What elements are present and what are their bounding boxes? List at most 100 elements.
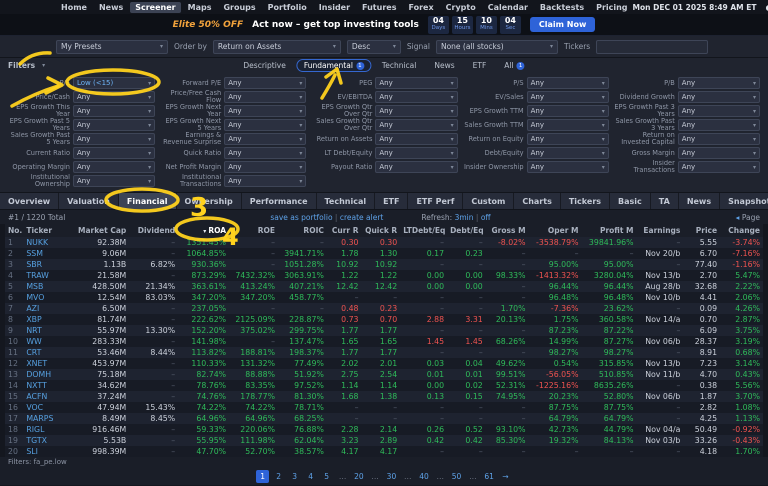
claim-now-button[interactable]: Claim Now: [530, 17, 595, 32]
nav-item-futures[interactable]: Futures: [357, 2, 401, 13]
column-header-roic[interactable]: ROIC: [278, 224, 327, 237]
nav-item-maps[interactable]: Maps: [183, 2, 217, 13]
column-header-oper-m[interactable]: Oper M: [529, 224, 582, 237]
nav-item-portfolio[interactable]: Portfolio: [263, 2, 312, 13]
order-by-select[interactable]: Return on Assets ▾: [213, 40, 341, 54]
filter-select-eps-growth-ttm[interactable]: Any▾: [527, 105, 609, 117]
tab-etf-perf[interactable]: ETF Perf: [408, 193, 463, 209]
page-3[interactable]: 3: [288, 470, 301, 483]
filter-select-p-s[interactable]: Any▾: [527, 77, 609, 89]
filter-select-sales-growth-ttm[interactable]: Any▾: [527, 119, 609, 131]
filter-select-price-cash[interactable]: Any▾: [73, 91, 155, 103]
column-header-price[interactable]: Price: [683, 224, 720, 237]
ticker-link-mvo[interactable]: MVO: [26, 293, 44, 302]
tab-snapshot[interactable]: Snapshot: [720, 193, 768, 209]
filter-select-lt-debt-equity[interactable]: Any▾: [375, 147, 457, 159]
filter-tab-descriptive[interactable]: Descriptive: [236, 59, 292, 72]
filter-tab-fundamental[interactable]: Fundamental1: [297, 59, 371, 72]
ticker-link-domh[interactable]: DOMH: [26, 370, 51, 379]
order-direction-select[interactable]: Desc ▾: [347, 40, 401, 54]
filter-select-ev-ebitda[interactable]: Any▾: [375, 91, 457, 103]
filter-tab-etf[interactable]: ETF: [466, 59, 494, 72]
ticker-link-msb[interactable]: MSB: [26, 282, 43, 291]
column-header-ltdebt-eq[interactable]: LTDebt/Eq: [400, 224, 447, 237]
filter-select-sales-growth-qtr-over-qtr[interactable]: Any▾: [375, 119, 457, 131]
page-1[interactable]: 1: [256, 470, 269, 483]
page-2[interactable]: 2: [272, 470, 285, 483]
ticker-link-traw[interactable]: TRAW: [26, 271, 48, 280]
tab-overview[interactable]: Overview: [0, 193, 59, 209]
ticker-link-nrt[interactable]: NRT: [26, 326, 41, 335]
my-presets-select[interactable]: My Presets ▾: [56, 40, 168, 54]
nav-item-screener[interactable]: Screener: [130, 2, 180, 13]
tickers-input[interactable]: [596, 40, 708, 54]
nav-item-insider[interactable]: Insider: [314, 2, 355, 13]
column-header-earnings[interactable]: Earnings: [637, 224, 684, 237]
filter-select-debt-equity[interactable]: Any▾: [527, 147, 609, 159]
page-40[interactable]: 40: [417, 470, 431, 483]
nav-item-pricing[interactable]: Pricing: [591, 2, 632, 13]
signal-select[interactable]: None (all stocks) ▾: [436, 40, 558, 54]
filter-select-peg[interactable]: Any▾: [375, 77, 457, 89]
ticker-link-ww[interactable]: WW: [26, 337, 41, 346]
column-header-debt-eq[interactable]: Debt/Eq: [447, 224, 486, 237]
filter-select-return-on-assets[interactable]: Any▾: [375, 133, 457, 145]
filter-select-sales-growth-past-5-years[interactable]: Any▾: [73, 133, 155, 145]
filter-select-forward-p-e[interactable]: Any▾: [224, 77, 306, 89]
ticker-link-sli[interactable]: SLI: [26, 447, 38, 456]
next-page-arrow[interactable]: →: [499, 470, 512, 483]
nav-item-groups[interactable]: Groups: [218, 2, 260, 13]
filter-select-p-e[interactable]: Low (<15)▾: [73, 77, 155, 89]
tab-technical[interactable]: Technical: [317, 193, 376, 209]
create-alert-link[interactable]: create alert: [340, 213, 384, 222]
page-61[interactable]: 61: [482, 470, 496, 483]
page-4[interactable]: 4: [304, 470, 317, 483]
filter-select-eps-growth-qtr-over-qtr[interactable]: Any▾: [375, 105, 457, 117]
filter-tab-news[interactable]: News: [427, 59, 461, 72]
filter-select-institutional-transactions[interactable]: Any▾: [224, 175, 306, 187]
filters-toggle[interactable]: Filters ▾: [8, 61, 45, 70]
ticker-link-acfn[interactable]: ACFN: [26, 392, 47, 401]
column-header-market-cap[interactable]: Market Cap: [66, 224, 129, 237]
ticker-link-azi[interactable]: AZI: [26, 304, 39, 313]
tab-valuation[interactable]: Valuation: [59, 193, 119, 209]
filter-select-quick-ratio[interactable]: Any▾: [224, 147, 306, 159]
column-header-quick-r[interactable]: Quick R: [362, 224, 401, 237]
column-header-gross-m[interactable]: Gross M: [486, 224, 529, 237]
ticker-link-nxtt[interactable]: NXTT: [26, 381, 46, 390]
filter-tab-technical[interactable]: Technical: [375, 59, 423, 72]
tab-basic[interactable]: Basic: [610, 193, 651, 209]
filter-select-eps-growth-this-year[interactable]: Any▾: [73, 105, 155, 117]
tab-tickers[interactable]: Tickers: [561, 193, 610, 209]
save-as-portfolio-link[interactable]: save as portfolio: [270, 213, 332, 222]
page-20[interactable]: 20: [352, 470, 366, 483]
tab-performance[interactable]: Performance: [242, 193, 317, 209]
ticker-link-nukk[interactable]: NUKK: [26, 238, 48, 247]
nav-item-crypto[interactable]: Crypto: [441, 2, 481, 13]
column-header-curr-r[interactable]: Curr R: [327, 224, 362, 237]
filter-select-net-profit-margin[interactable]: Any▾: [224, 161, 306, 173]
filter-select-return-on-equity[interactable]: Any▾: [527, 133, 609, 145]
column-header-roe[interactable]: ROE: [229, 224, 278, 237]
ticker-link-rigl[interactable]: RIGL: [26, 425, 44, 434]
filter-select-return-on-invested-capital[interactable]: Any▾: [678, 133, 760, 145]
filter-select-sales-growth-past-3-years[interactable]: Any▾: [678, 119, 760, 131]
page-30[interactable]: 30: [385, 470, 399, 483]
nav-item-backtests[interactable]: Backtests: [535, 2, 589, 13]
filter-select-operating-margin[interactable]: Any▾: [73, 161, 155, 173]
ticker-link-crt[interactable]: CRT: [26, 348, 41, 357]
filter-select-price-free-cash-flow[interactable]: Any▾: [224, 91, 306, 103]
page-50[interactable]: 50: [450, 470, 464, 483]
refresh-off-link[interactable]: off: [481, 213, 491, 222]
filter-select-insider-transactions[interactable]: Any▾: [678, 161, 760, 173]
filter-select-earnings-revenue-surprise[interactable]: Any▾: [224, 133, 306, 145]
column-header-ticker[interactable]: Ticker: [23, 224, 66, 237]
prev-page-arrow[interactable]: ◂: [736, 213, 740, 222]
tab-charts[interactable]: Charts: [514, 193, 561, 209]
tab-ownership[interactable]: Ownership: [177, 193, 242, 209]
ticker-link-ssm[interactable]: SSM: [26, 249, 43, 258]
ticker-link-xbp[interactable]: XBP: [26, 315, 41, 324]
filter-select-gross-margin[interactable]: Any▾: [678, 147, 760, 159]
ticker-link-marps[interactable]: MARPS: [26, 414, 53, 423]
ticker-link-tgtx[interactable]: TGTX: [26, 436, 47, 445]
